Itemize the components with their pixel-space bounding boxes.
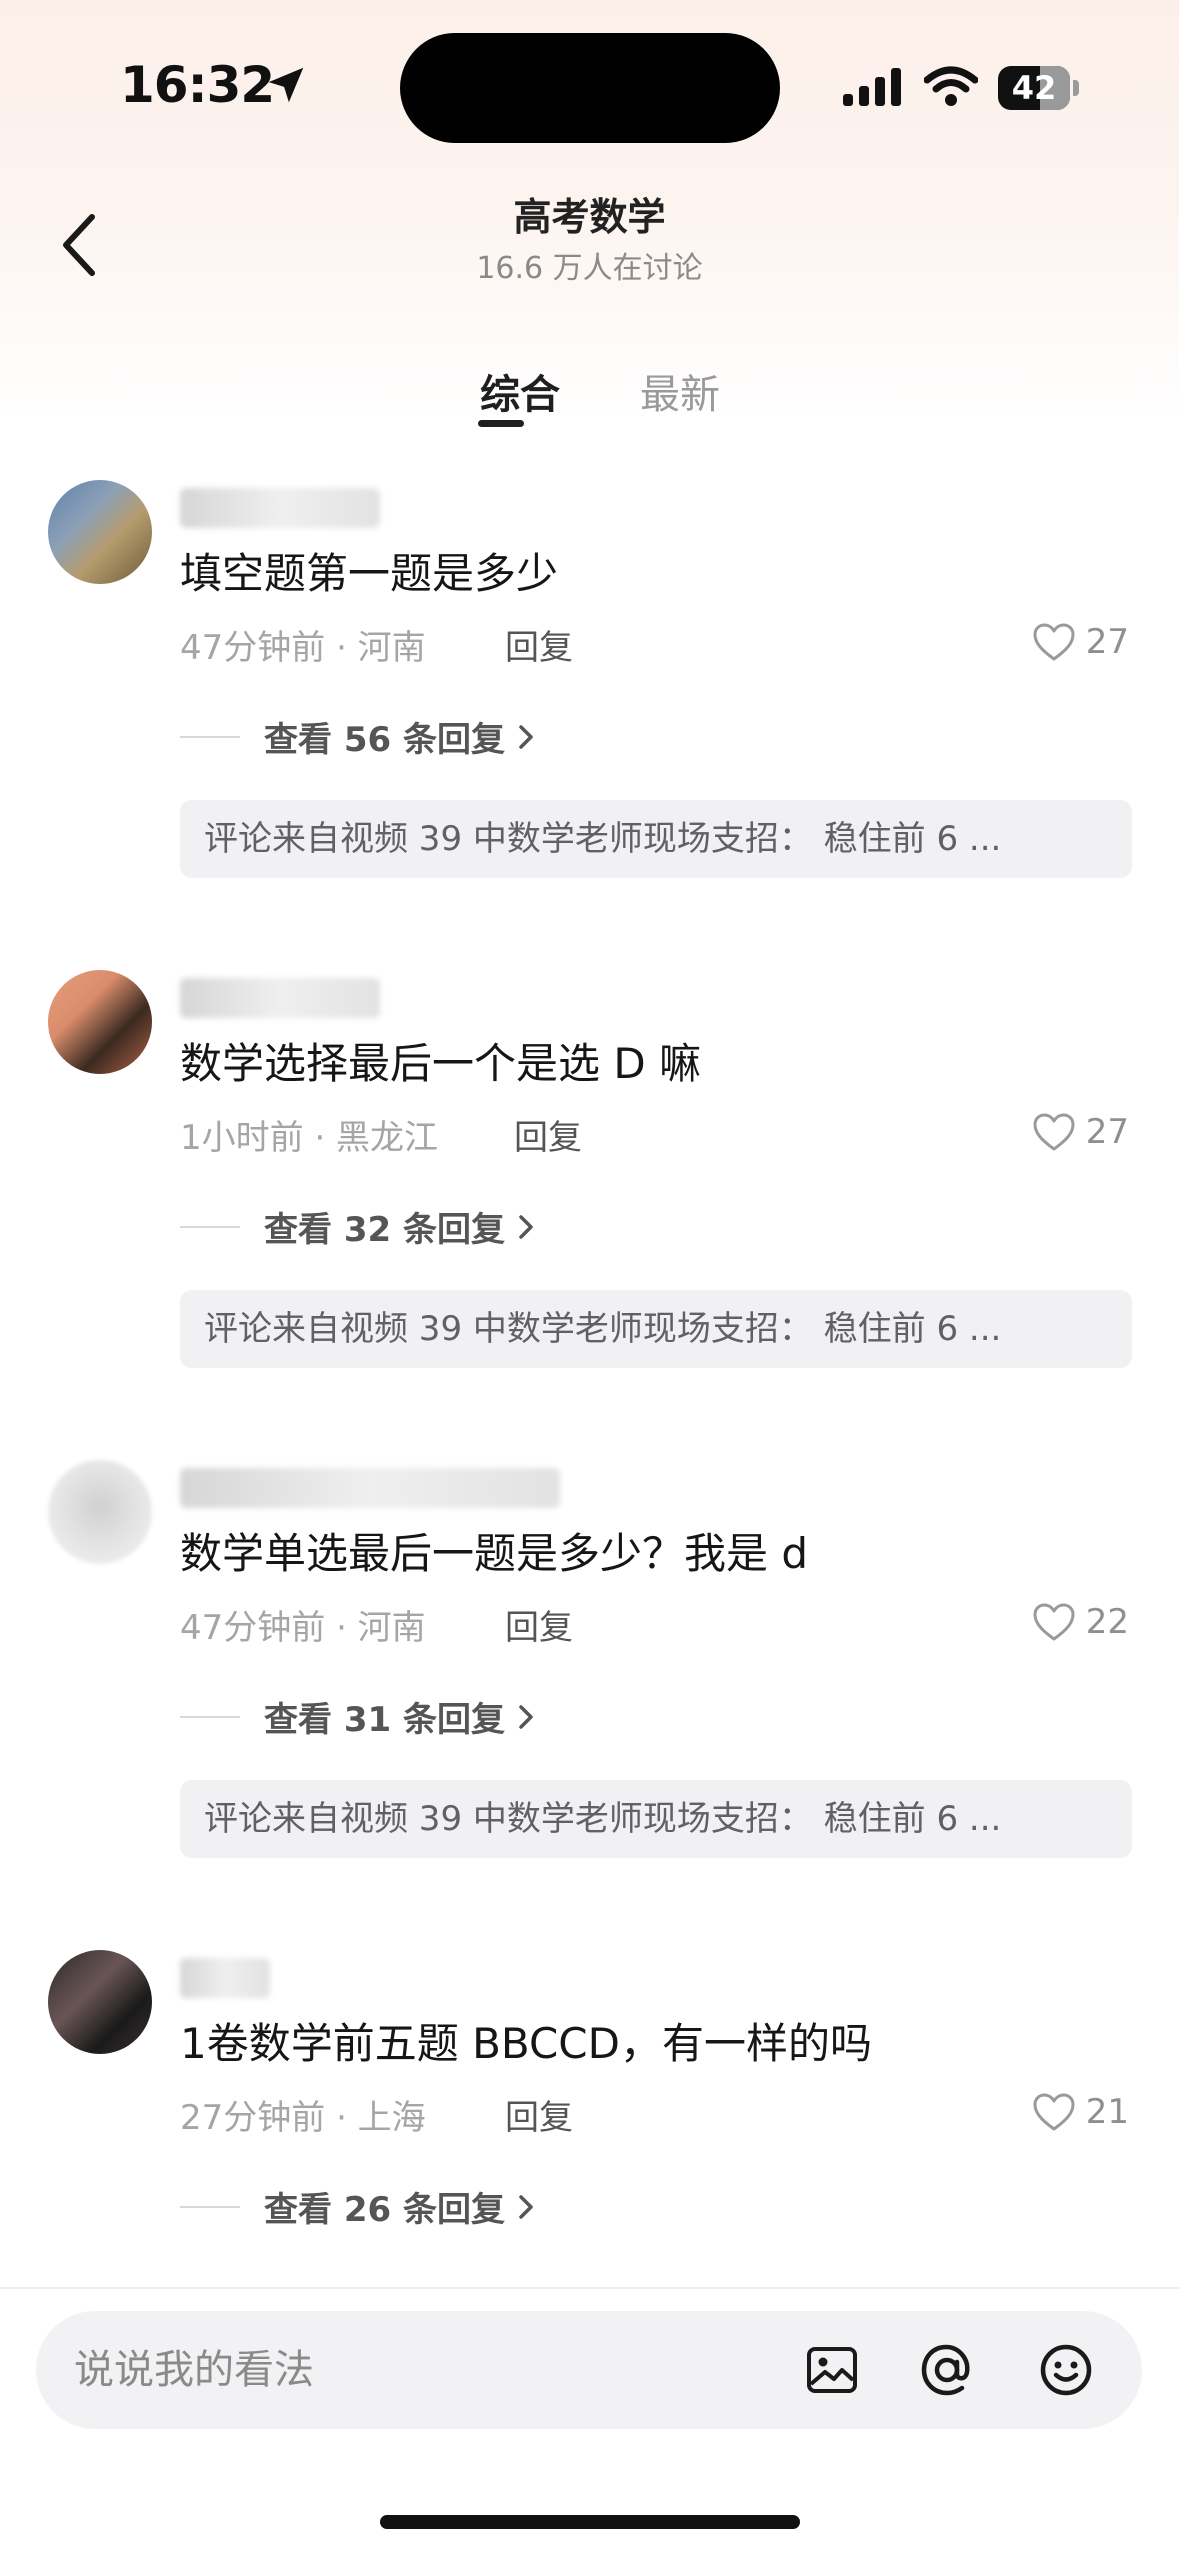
- avatar[interactable]: [48, 480, 152, 584]
- signal-icon: [843, 68, 901, 106]
- chevron-right-icon: [519, 1704, 533, 1729]
- emoji-icon[interactable]: [1038, 2342, 1094, 2398]
- like-count: 27: [1085, 622, 1129, 662]
- reply-button[interactable]: 回复: [514, 1110, 582, 1159]
- dynamic-island: [400, 33, 780, 143]
- at-icon[interactable]: [919, 2342, 975, 2398]
- avatar[interactable]: [48, 1460, 152, 1564]
- view-replies-label: 查看 31 条回复: [264, 1700, 505, 1740]
- like-count: 22: [1085, 1602, 1129, 1642]
- comment-text: 填空题第一题是多少: [180, 549, 559, 598]
- page-title: 高考数学: [513, 195, 666, 239]
- username-blurred[interactable]: [180, 1958, 270, 1998]
- heart-icon: [1033, 1113, 1075, 1151]
- comment-meta: 47分钟前 · 河南: [180, 628, 426, 668]
- view-replies-link[interactable]: 查看 56 条回复: [180, 712, 537, 761]
- divider: [180, 735, 240, 738]
- comment-meta: 47分钟前 · 河南: [180, 1608, 426, 1648]
- page-subtitle: 16.6 万人在讨论: [476, 251, 703, 286]
- active-tab-indicator: [478, 420, 524, 427]
- reply-button[interactable]: 回复: [505, 1600, 573, 1649]
- comment-text: 数学选择最后一个是选 D 嘛: [180, 1039, 702, 1088]
- video-source-link[interactable]: 评论来自视频 39 中数学老师现场支招： 稳住前 6 ...: [180, 1780, 1132, 1858]
- username-blurred[interactable]: [180, 978, 380, 1018]
- like-button[interactable]: 22: [1032, 1598, 1129, 1646]
- heart-icon: [1033, 2093, 1075, 2131]
- tab-comprehensive[interactable]: 综合: [460, 362, 580, 420]
- video-source-link[interactable]: 评论来自视频 39 中数学老师现场支招： 稳住前 6 ...: [180, 800, 1132, 878]
- view-replies-link[interactable]: 查看 31 条回复: [180, 1692, 537, 1741]
- like-button[interactable]: 21: [1032, 2088, 1129, 2136]
- divider: [180, 1715, 240, 1718]
- avatar[interactable]: [48, 1950, 152, 2054]
- view-replies-label: 查看 32 条回复: [264, 1210, 505, 1250]
- comment-meta: 1小时前 · 黑龙江: [180, 1118, 439, 1158]
- comment-input[interactable]: 说说我的看法: [36, 2311, 1142, 2429]
- comment-text: 1卷数学前五题 BBCCD，有一样的吗: [180, 2019, 872, 2068]
- chevron-right-icon: [519, 1214, 533, 1239]
- like-count: 21: [1085, 2092, 1129, 2132]
- heart-icon: [1033, 623, 1075, 661]
- like-button[interactable]: 27: [1032, 618, 1129, 666]
- battery-icon: 42: [998, 66, 1080, 110]
- divider: [180, 1225, 240, 1228]
- wifi-icon: [924, 66, 978, 106]
- comment-text: 数学单选最后一题是多少？我是 d: [180, 1529, 809, 1578]
- video-source-text: 评论来自视频 39 中数学老师现场支招： 稳住前 6 ...: [204, 1309, 1002, 1349]
- chevron-right-icon: [519, 724, 533, 749]
- view-replies-link[interactable]: 查看 26 条回复: [180, 2182, 537, 2231]
- comment-input-placeholder: 说说我的看法: [74, 2347, 314, 2393]
- location-arrow-icon: [268, 67, 304, 103]
- video-source-text: 评论来自视频 39 中数学老师现场支招： 稳住前 6 ...: [204, 1799, 1002, 1839]
- chevron-right-icon: [519, 2194, 533, 2219]
- view-replies-label: 查看 56 条回复: [264, 720, 505, 760]
- bottom-divider: [0, 2287, 1179, 2289]
- battery-level: 42: [1011, 69, 1057, 107]
- heart-icon: [1033, 1603, 1075, 1641]
- status-time: 16:32: [120, 56, 275, 114]
- reply-button[interactable]: 回复: [505, 2090, 573, 2139]
- home-indicator[interactable]: [380, 2515, 800, 2529]
- tab-latest[interactable]: 最新: [620, 362, 740, 420]
- reply-button[interactable]: 回复: [505, 620, 573, 669]
- avatar[interactable]: [48, 970, 152, 1074]
- like-button[interactable]: 27: [1032, 1108, 1129, 1156]
- video-source-text: 评论来自视频 39 中数学老师现场支招： 稳住前 6 ...: [204, 819, 1002, 859]
- view-replies-link[interactable]: 查看 32 条回复: [180, 1202, 537, 1251]
- username-blurred[interactable]: [180, 488, 380, 528]
- username-blurred[interactable]: [180, 1468, 560, 1508]
- image-icon[interactable]: [804, 2342, 860, 2398]
- comment-meta: 27分钟前 · 上海: [180, 2098, 426, 2138]
- view-replies-label: 查看 26 条回复: [264, 2190, 505, 2230]
- divider: [180, 2205, 240, 2208]
- like-count: 27: [1085, 1112, 1129, 1152]
- video-source-link[interactable]: 评论来自视频 39 中数学老师现场支招： 稳住前 6 ...: [180, 1290, 1132, 1368]
